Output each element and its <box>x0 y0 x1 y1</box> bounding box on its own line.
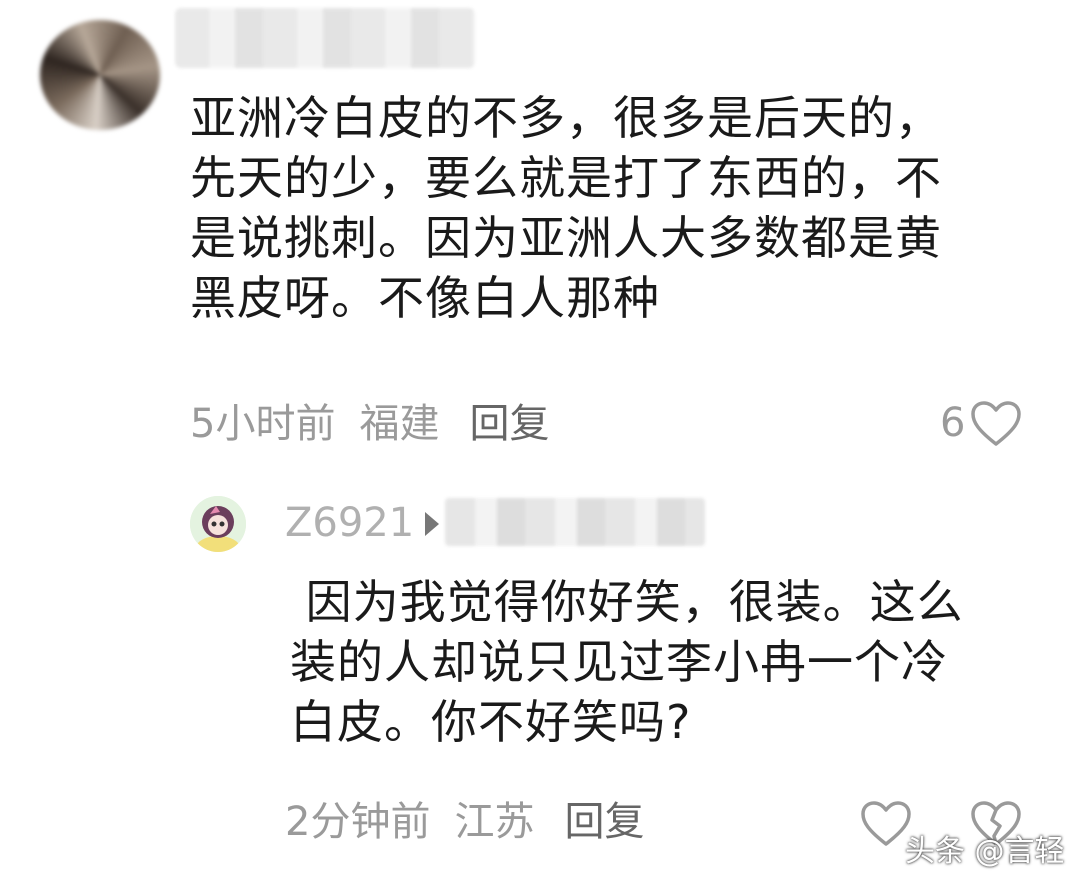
reply-line: 白皮。你不好笑吗? <box>290 695 692 749</box>
reply-button[interactable]: 回复 <box>469 401 549 447</box>
timestamp: 5小时前 <box>190 401 336 447</box>
location: 江苏 <box>454 799 535 845</box>
comment-line: 先天的少，要么就是打了东西的，不 <box>190 151 942 205</box>
avatar[interactable] <box>190 496 246 552</box>
comment-line: 亚洲冷白皮的不多，很多是后天的， <box>190 91 942 145</box>
reply-line: 因为我觉得你好笑，很装。这么 <box>290 575 964 629</box>
comment-text: 亚洲冷白皮的不多，很多是后天的， 先天的少，要么就是打了东西的，不 是说挑刺。因… <box>190 88 1030 328</box>
reply-line: 装的人却说只见过李小冉一个冷 <box>290 635 948 689</box>
reply-button[interactable]: 回复 <box>564 799 644 845</box>
heart-icon[interactable] <box>970 400 1022 448</box>
timestamp: 2分钟前 <box>285 799 431 845</box>
reply-username[interactable]: Z6921 <box>285 500 414 546</box>
reply-arrow-icon <box>425 512 439 536</box>
watermark: 头条 @言轻 <box>905 834 1065 869</box>
like-count: 6 <box>940 400 966 446</box>
blurred-username[interactable] <box>445 498 705 546</box>
comment-line: 黑皮呀。不像白人那种 <box>190 271 660 325</box>
location: 福建 <box>359 401 440 447</box>
reply-text: 因为我觉得你好笑，很装。这么 装的人却说只见过李小冉一个冷 白皮。你不好笑吗? <box>290 572 1030 752</box>
comment-meta: 5小时前 福建 回复 <box>190 400 549 448</box>
reply-meta: 2分钟前 江苏 回复 <box>285 798 644 846</box>
avatar[interactable] <box>40 20 160 130</box>
comment-line: 是说挑刺。因为亚洲人大多数都是黄 <box>190 211 942 265</box>
blurred-username[interactable] <box>175 8 475 68</box>
